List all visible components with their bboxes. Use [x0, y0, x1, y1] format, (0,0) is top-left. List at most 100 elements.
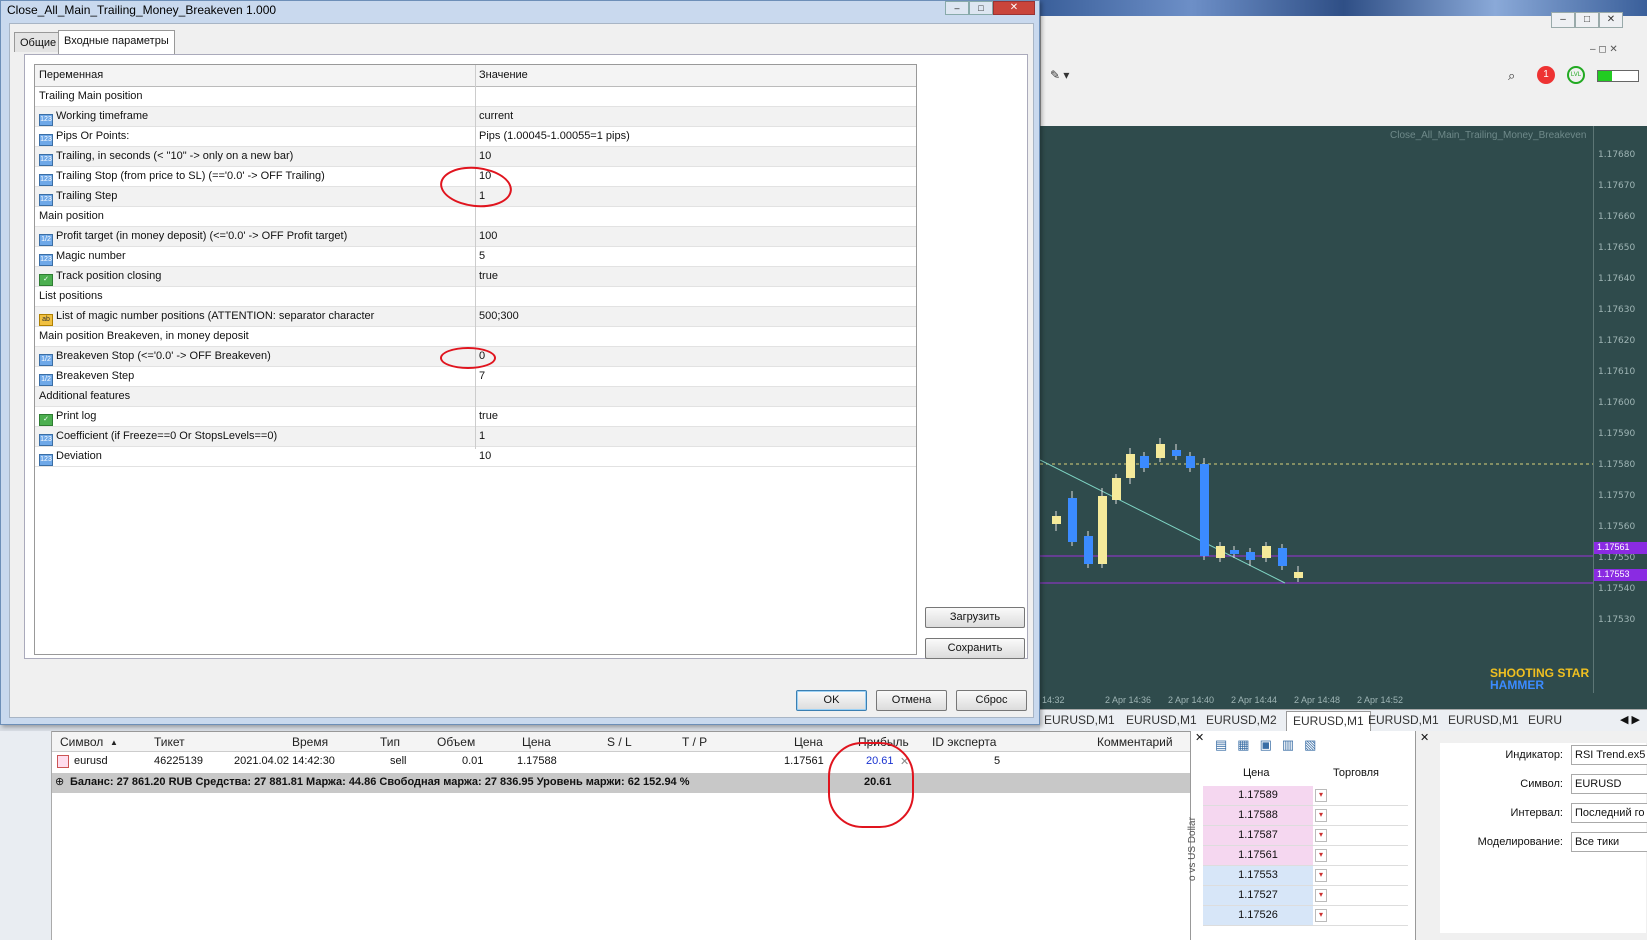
- col-sl[interactable]: S / L: [607, 735, 632, 749]
- close-button[interactable]: ✕: [1599, 12, 1623, 28]
- tab-general[interactable]: Общие: [14, 32, 63, 52]
- minimize-button[interactable]: –: [1551, 12, 1575, 28]
- notification-icon[interactable]: 1: [1537, 66, 1555, 84]
- number-type-icon: 123: [39, 194, 53, 206]
- value-column-header[interactable]: Значение: [479, 69, 528, 81]
- param-value[interactable]: 7: [479, 370, 485, 382]
- depth-of-market: ✕ ▤▦▣▥▧ Цена Торговля 1.17589 ▾ 1.17588 ▾ 1.…: [1187, 731, 1415, 940]
- dom-close-icon[interactable]: ✕: [1195, 731, 1204, 744]
- dialog-close-button[interactable]: ✕: [993, 1, 1035, 15]
- candle-body: [1294, 572, 1303, 578]
- col-type[interactable]: Тип: [380, 735, 400, 749]
- chart-tab[interactable]: EURUSD,M1: [1448, 713, 1519, 727]
- x-tick-label: 2 Apr 14:44: [1231, 695, 1278, 705]
- param-value[interactable]: 10: [479, 450, 491, 462]
- col-tp[interactable]: T / P: [682, 735, 707, 749]
- load-button[interactable]: Загрузить: [925, 607, 1025, 628]
- param-value[interactable]: 10: [479, 150, 491, 162]
- dom-row[interactable]: 1.17526 ▾: [1203, 906, 1408, 926]
- param-value[interactable]: true: [479, 270, 498, 282]
- param-name: ✓ Track position closing: [39, 270, 161, 286]
- param-value[interactable]: current: [479, 110, 513, 122]
- dom-row[interactable]: 1.17589 ▾: [1203, 786, 1408, 806]
- dom-row[interactable]: 1.17527 ▾: [1203, 886, 1408, 906]
- dom-row[interactable]: 1.17553 ▾: [1203, 866, 1408, 886]
- param-value[interactable]: true: [479, 410, 498, 422]
- candle-body: [1200, 464, 1209, 556]
- param-name: Trailing Main position: [39, 90, 143, 102]
- chart-tab[interactable]: EURUSD,M1: [1286, 711, 1371, 731]
- ok-button[interactable]: OK: [796, 690, 867, 711]
- dom-order-dropdown-icon[interactable]: ▾: [1315, 789, 1327, 802]
- col-time[interactable]: Время: [292, 735, 328, 749]
- candle-body: [1098, 496, 1107, 564]
- draw-tools-icon[interactable]: ✎ ▾: [1050, 68, 1069, 82]
- price-axis: 1.17680 1.17670 1.17660 1.17650 1.17640 1.176…: [1593, 126, 1647, 693]
- boolean-type-icon: ✓: [39, 414, 53, 426]
- tab-scroll-arrows[interactable]: ◀ ▶: [1620, 713, 1640, 726]
- chart-tab[interactable]: EURUSD,M1: [1368, 713, 1439, 727]
- price-chart[interactable]: Close_All_Main_Trailing_Money_Breakeven …: [1040, 126, 1593, 693]
- chart-tab[interactable]: EURUSD,M2: [1206, 713, 1277, 727]
- indicator-select[interactable]: RSI Trend.ex5: [1571, 745, 1647, 765]
- y-tick-label: 1.17580: [1598, 460, 1636, 470]
- reset-button[interactable]: Сброс: [956, 690, 1027, 711]
- dom-order-dropdown-icon[interactable]: ▾: [1315, 809, 1327, 822]
- number-type-icon: 123: [39, 134, 53, 146]
- dialog-minimize-button[interactable]: –: [945, 1, 969, 15]
- dom-toolbar-icons[interactable]: ▤▦▣▥▧: [1215, 737, 1326, 753]
- dom-row[interactable]: 1.17561 ▾: [1203, 846, 1408, 866]
- number-type-icon: 123: [39, 434, 53, 446]
- param-value[interactable]: 100: [479, 230, 497, 242]
- dom-order-dropdown-icon[interactable]: ▾: [1315, 849, 1327, 862]
- interval-select[interactable]: Последний го: [1571, 803, 1647, 823]
- candle-body: [1246, 552, 1255, 560]
- param-label: Breakeven Step: [56, 370, 135, 382]
- y-tick-label: 1.17560: [1598, 522, 1636, 532]
- dom-order-dropdown-icon[interactable]: ▾: [1315, 909, 1327, 922]
- dom-order-dropdown-icon[interactable]: ▾: [1315, 829, 1327, 842]
- row-time: 2021.04.02 14:42:30: [234, 755, 335, 767]
- search-icon[interactable]: ⌕: [1508, 68, 1515, 84]
- mdi-controls[interactable]: – ◻ ✕: [1590, 44, 1618, 55]
- col-expert-id[interactable]: ID эксперта: [932, 735, 996, 749]
- model-select[interactable]: Все тики: [1571, 832, 1647, 852]
- param-row[interactable]: 123 Deviation 10: [35, 447, 916, 467]
- dom-order-dropdown-icon[interactable]: ▾: [1315, 889, 1327, 902]
- y-tick-label: 1.17590: [1598, 429, 1636, 439]
- col-ticket[interactable]: Тикет: [154, 735, 185, 749]
- indicator-label: Индикатор:: [1505, 749, 1563, 761]
- param-label: Print log: [56, 410, 97, 422]
- y-tick-label: 1.17540: [1598, 584, 1636, 594]
- expand-icon[interactable]: ⊕: [55, 775, 64, 788]
- dom-order-dropdown-icon[interactable]: ▾: [1315, 869, 1327, 882]
- dom-row[interactable]: 1.17587 ▾: [1203, 826, 1408, 846]
- tester-close-icon[interactable]: ✕: [1420, 731, 1429, 744]
- chart-tab[interactable]: EURU: [1528, 713, 1562, 727]
- chart-tab[interactable]: EURUSD,M1: [1044, 713, 1115, 727]
- col-volume[interactable]: Объем: [437, 735, 475, 749]
- lvl-icon[interactable]: LVL: [1567, 66, 1585, 84]
- param-value[interactable]: 5: [479, 250, 485, 262]
- col-comment[interactable]: Комментарий: [1097, 735, 1173, 749]
- candle-body: [1126, 454, 1135, 478]
- y-tick-label: 1.17640: [1598, 274, 1636, 284]
- param-value[interactable]: 1: [479, 430, 485, 442]
- param-name: 1/2 Breakeven Step: [39, 370, 134, 386]
- param-label: Main position Breakeven, in money deposi…: [39, 330, 249, 342]
- col-symbol[interactable]: Символ: [60, 735, 103, 749]
- dom-row[interactable]: 1.17588 ▾: [1203, 806, 1408, 826]
- col-price[interactable]: Цена: [522, 735, 551, 749]
- variable-column-header[interactable]: Переменная: [39, 69, 103, 81]
- cancel-button[interactable]: Отмена: [876, 690, 947, 711]
- save-button[interactable]: Сохранить: [925, 638, 1025, 659]
- tab-inputs[interactable]: Входные параметры: [58, 30, 175, 55]
- table-row[interactable]: eurusd 46225139 2021.04.02 14:42:30 sell…: [52, 752, 1190, 772]
- dialog-maximize-button[interactable]: □: [969, 1, 993, 15]
- param-value[interactable]: 500;300: [479, 310, 519, 322]
- maximize-button[interactable]: □: [1575, 12, 1599, 28]
- col-current-price[interactable]: Цена: [794, 735, 823, 749]
- symbol-select[interactable]: EURUSD: [1571, 774, 1647, 794]
- chart-tab[interactable]: EURUSD,M1: [1126, 713, 1197, 727]
- param-value[interactable]: Pips (1.00045-1.00055=1 pips): [479, 130, 630, 142]
